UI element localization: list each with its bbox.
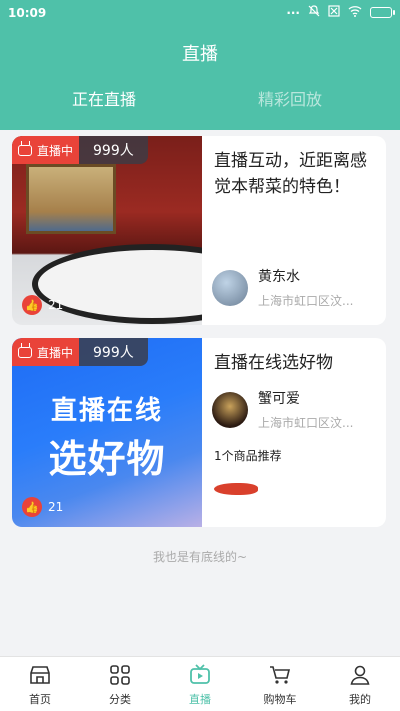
card-title[interactable]: 直播在线选好物 (214, 350, 376, 376)
author-text: 蟹可爱 上海市虹口区汶... (258, 388, 353, 431)
viewer-count: 999人 (79, 136, 148, 164)
live-badge: 直播中 999人 (12, 136, 148, 164)
card-title[interactable]: 直播互动，近距离感觉本帮菜的特色！ (214, 148, 376, 200)
live-tv-icon (190, 664, 210, 684)
author-location: 上海市虹口区汶... (258, 294, 354, 308)
nav-label: 直播 (189, 693, 211, 706)
live-thumbnail[interactable]: 直播在线 选好物 直播中 999人 👍 21 (12, 338, 202, 527)
author-name: 黄东水 (258, 269, 300, 285)
live-card[interactable]: 直播中 999人 👍 21 直播互动，近距离感觉本帮菜的特色！ 黄东水 上海市虹… (12, 136, 386, 325)
nav-profile[interactable]: 我的 (320, 657, 400, 711)
banner-line-2: 选好物 (48, 437, 166, 481)
viewer-count: 999人 (79, 338, 148, 366)
live-label: 直播中 (37, 345, 74, 360)
card-info: 直播在线选好物 (214, 350, 376, 376)
like-count: 21 (48, 500, 64, 514)
live-tv-icon (18, 346, 32, 358)
cart-icon (270, 666, 291, 684)
tab-bar: 正在直播 精彩回放 (0, 86, 400, 114)
nav-label: 分类 (109, 693, 131, 706)
live-thumbnail[interactable]: 直播中 999人 👍 21 (12, 136, 202, 325)
status-bar: 10:09 ··· (0, 0, 400, 28)
likes[interactable]: 👍 21 (22, 497, 63, 517)
tab-replay[interactable]: 精彩回放 (258, 86, 322, 110)
thumbs-up-icon: 👍 (22, 497, 42, 517)
nav-category[interactable]: 分类 (80, 657, 160, 711)
tab-live-now[interactable]: 正在直播 (72, 86, 136, 110)
fish-icon (214, 483, 258, 495)
wifi-icon (348, 5, 362, 20)
thumbs-up-icon: 👍 (22, 295, 42, 315)
live-badge: 直播中 999人 (12, 338, 148, 366)
nav-label: 我的 (349, 693, 371, 706)
like-count: 21 (48, 298, 64, 312)
banner-line-1: 直播在线 (50, 396, 163, 426)
dots-icon: ··· (286, 5, 300, 20)
product-count[interactable]: 1个商品推荐 (214, 447, 282, 464)
nav-label: 首页 (29, 693, 51, 706)
product-thumbnail[interactable] (214, 481, 258, 497)
sim-icon (328, 5, 340, 20)
nav-home[interactable]: 首页 (0, 657, 80, 711)
likes[interactable]: 👍 21 (22, 295, 63, 315)
status-icons: ··· (286, 5, 395, 20)
battery-icon (370, 7, 395, 18)
nav-label: 购物车 (263, 693, 297, 706)
author[interactable]: 黄东水 上海市虹口区汶... (212, 266, 353, 309)
card-info: 直播互动，近距离感觉本帮菜的特色！ (214, 148, 376, 200)
profile-icon (350, 665, 370, 685)
avatar[interactable] (212, 391, 248, 428)
end-of-list-note: 我也是有底线的~ (152, 550, 248, 564)
avatar[interactable] (212, 269, 248, 306)
live-tv-icon (18, 144, 32, 156)
author-name: 蟹可爱 (258, 391, 300, 407)
author-text: 黄东水 上海市虹口区汶... (258, 266, 353, 309)
page-title: 直播 (182, 44, 218, 65)
thumbnail-painting (26, 164, 116, 234)
live-status: 直播中 (12, 338, 80, 366)
author[interactable]: 蟹可爱 上海市虹口区汶... (212, 388, 353, 431)
home-icon (30, 666, 50, 684)
bottom-nav: 首页 分类 直播 购物车 我的 (0, 656, 400, 711)
live-label: 直播中 (37, 143, 74, 158)
mute-icon (308, 5, 320, 20)
live-status: 直播中 (12, 136, 80, 164)
live-card[interactable]: 直播在线 选好物 直播中 999人 👍 21 直播在线选好物 蟹可爱 上海市虹口… (12, 338, 386, 527)
nav-cart[interactable]: 购物车 (240, 657, 320, 711)
status-time: 10:09 (8, 6, 47, 20)
author-location: 上海市虹口区汶... (258, 416, 354, 430)
nav-live[interactable]: 直播 (160, 657, 240, 711)
category-icon (110, 665, 130, 685)
